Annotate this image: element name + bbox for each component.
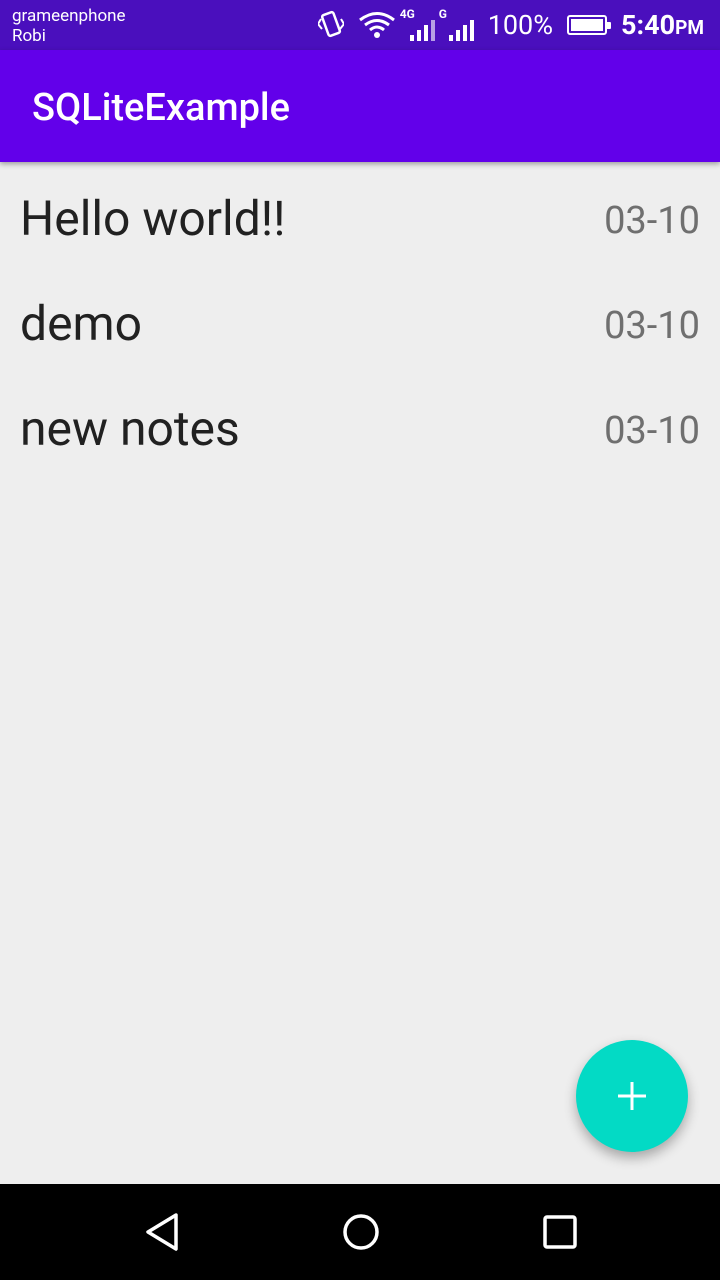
clock: 5:40PM [621, 9, 704, 41]
wifi-icon [358, 12, 395, 38]
add-note-button[interactable] [576, 1040, 688, 1152]
recents-icon [543, 1215, 577, 1249]
network-2-label: G [438, 7, 447, 21]
back-button[interactable] [136, 1206, 188, 1258]
note-date: 03-10 [604, 409, 700, 453]
back-icon [146, 1213, 178, 1251]
clock-time: 5:40 [621, 9, 676, 41]
list-item[interactable]: demo 03-10 [0, 267, 720, 372]
carrier-1: grameenphone [12, 6, 126, 26]
status-icons: 4G G 100% 5:40PM [317, 0, 704, 50]
signal-g-icon: G [439, 7, 474, 41]
home-icon [343, 1214, 379, 1250]
note-date: 03-10 [604, 304, 700, 348]
plus-icon [618, 1082, 646, 1110]
note-title: demo [20, 295, 142, 352]
signal-4g-icon: 4G [400, 7, 435, 41]
list-item[interactable]: Hello world!! 03-10 [0, 162, 720, 267]
notes-list: Hello world!! 03-10 demo 03-10 new notes… [0, 162, 720, 477]
vibrate-icon [317, 10, 344, 38]
battery-icon [567, 15, 612, 35]
clock-ampm: PM [675, 16, 704, 39]
note-title: Hello world!! [20, 190, 286, 247]
app-bar: SQLiteExample [0, 50, 720, 162]
note-title: new notes [20, 400, 240, 457]
app-title: SQLiteExample [32, 86, 290, 130]
carrier-2: Robi [12, 26, 46, 46]
recents-button[interactable] [534, 1206, 586, 1258]
navigation-bar [0, 1184, 720, 1280]
home-button[interactable] [335, 1206, 387, 1258]
note-date: 03-10 [604, 199, 700, 243]
battery-percent: 100% [487, 9, 554, 41]
list-item[interactable]: new notes 03-10 [0, 372, 720, 477]
status-bar: grameenphone Robi 4G G 100% 5:40PM [0, 0, 720, 50]
network-1-label: 4G [399, 7, 415, 21]
carrier-info: grameenphone Robi [12, 6, 126, 46]
